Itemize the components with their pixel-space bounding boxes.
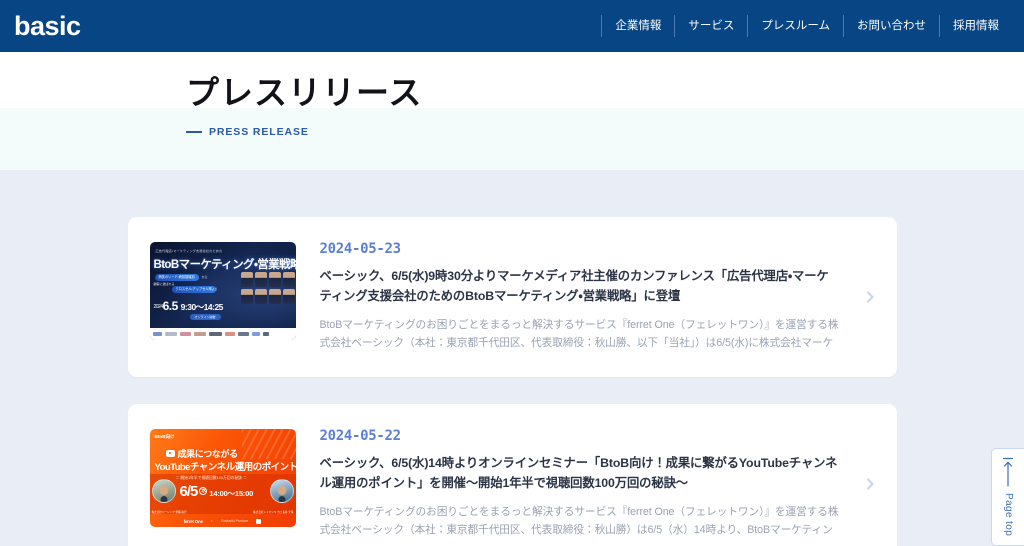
main-navigation: 企業情報 サービス プレスルーム お問い合わせ 採用情報	[601, 15, 1012, 37]
breadcrumb: PRESS RELEASE	[186, 126, 309, 138]
article-date: 2024-05-22	[319, 427, 402, 444]
thumbnail-date-value: 6/5	[179, 482, 199, 500]
article-date: 2024-05-23	[319, 241, 402, 257]
press-release-item[interactable]: BtoB向け 成果につながる YouTubeチャンネル運用のポイント ＝ 開始1…	[127, 403, 897, 546]
hero-eyebrow-band: PRESS RELEASE	[0, 108, 1024, 170]
thumbnail-badge: BtoB向け	[154, 433, 175, 439]
thumbnail-date: 20246.5 9:30～14:25	[153, 299, 224, 313]
brand-ferret-one: ferret One	[183, 518, 203, 524]
thumbnail-label-1: から	[201, 275, 208, 279]
thumbnail-date-year: 2024	[153, 304, 164, 310]
press-release-item[interactable]: 広告代理店・マーケティング支援会社のための BtoBマーケティング・営業戦略 商…	[127, 217, 897, 377]
thumbnail-label-2: 顧客に選ばれる	[153, 282, 175, 286]
speaker-name-right: 株式会社シャカリキプロ 長井 光晴	[253, 510, 294, 514]
press-release-list: 広告代理店・マーケティング支援会社のための BtoBマーケティング・営業戦略 商…	[0, 170, 1024, 546]
article-thumbnail: BtoB向け 成果につながる YouTubeチャンネル運用のポイント ＝ 開始1…	[149, 428, 296, 527]
article-text: 2024-05-23 ベーシック、6/5(水)9時30分よりマーケメディア社主催…	[296, 242, 875, 353]
speaker-avatar-right	[269, 478, 294, 503]
thumbnail-kicker: 広告代理店・マーケティング支援会社のための	[155, 249, 223, 253]
times-symbol: ×	[210, 519, 213, 524]
article-thumbnail: 広告代理店・マーケティング支援会社のための BtoBマーケティング・営業戦略 商…	[149, 242, 296, 340]
eyebrow-label: PRESS RELEASE	[209, 126, 309, 138]
site-header: basic 企業情報 サービス プレスルーム お問い合わせ 採用情報	[0, 0, 1024, 52]
brand-mark-icon	[256, 518, 262, 524]
thumbnail-time: 14:00～15:00	[209, 488, 254, 498]
arrow-up-icon	[1002, 457, 1014, 487]
nav-item-company[interactable]: 企業情報	[601, 15, 674, 37]
dash-icon	[186, 131, 202, 133]
article-text: 2024-05-22 ベーシック、6/5(水)14時よりオンラインセミナー「Bt…	[296, 429, 875, 540]
thumbnail-date: 6/5 水 14:00～15:00	[180, 483, 254, 500]
speaker-avatar-left	[151, 478, 176, 503]
chevron-right-icon	[863, 477, 877, 491]
thumbnail-tag-2: クロスセル・アップセル率	[171, 286, 216, 293]
thumbnail-cta: オンライン開催	[189, 314, 221, 320]
nav-item-contact[interactable]: お問い合わせ	[843, 15, 939, 37]
page-title: プレスリリース	[186, 74, 423, 111]
site-logo[interactable]: basic	[14, 12, 81, 40]
thumbnail-headline: BtoBマーケティング・営業戦略	[153, 259, 296, 271]
hero-title-band: プレスリリース	[0, 52, 1024, 111]
decorative-stripes	[241, 428, 296, 459]
thumbnail-headline-line2: YouTubeチャンネル運用のポイント	[154, 461, 296, 473]
thumbnail-weekday: 水	[199, 486, 208, 495]
thumbnail-date-value: 6.5	[162, 299, 179, 313]
page-top-button[interactable]: Page top	[991, 448, 1024, 546]
nav-item-pressroom[interactable]: プレスルーム	[747, 15, 843, 37]
article-description: BtoBマーケティングのお困りごとをまるっと解決するサービス『ferret On…	[319, 505, 839, 537]
nav-item-recruit[interactable]: 採用情報	[939, 15, 1012, 37]
thumbnail-tag-1: 商談のリード・商談数増加	[154, 274, 199, 281]
brand-partner: Shakariki Produce	[220, 519, 249, 524]
page-top-label: Page top	[1003, 493, 1014, 537]
thumbnail-time: 9:30～14:25	[180, 302, 224, 312]
nav-item-service[interactable]: サービス	[674, 15, 747, 37]
article-title: ベーシック、6/5(水)9時30分よりマーケメディア社主催のカンファレンス「広告…	[319, 269, 829, 303]
article-title: ベーシック、6/5(水)14時よりオンラインセミナー「BtoB向け！成果に繋がる…	[319, 455, 838, 490]
sponsor-logo-strip	[149, 328, 296, 340]
chevron-right-icon	[863, 290, 877, 304]
article-description: BtoBマーケティングのお困りごとをまるっと解決するサービス『ferret On…	[319, 318, 839, 350]
speaker-name-left: 株式会社ベーシック 伊藤 裕行	[151, 510, 187, 514]
speaker-photo-grid	[227, 272, 295, 306]
thumbnail-subcopy: ＝ 開始1年半で視聴回数100万回の秘訣 ＝	[175, 475, 247, 480]
thumbnail-brand-strip: ferret One × Shakariki Produce	[150, 516, 296, 527]
thumbnail-label-4: より	[211, 287, 218, 291]
youtube-play-icon	[165, 450, 175, 457]
